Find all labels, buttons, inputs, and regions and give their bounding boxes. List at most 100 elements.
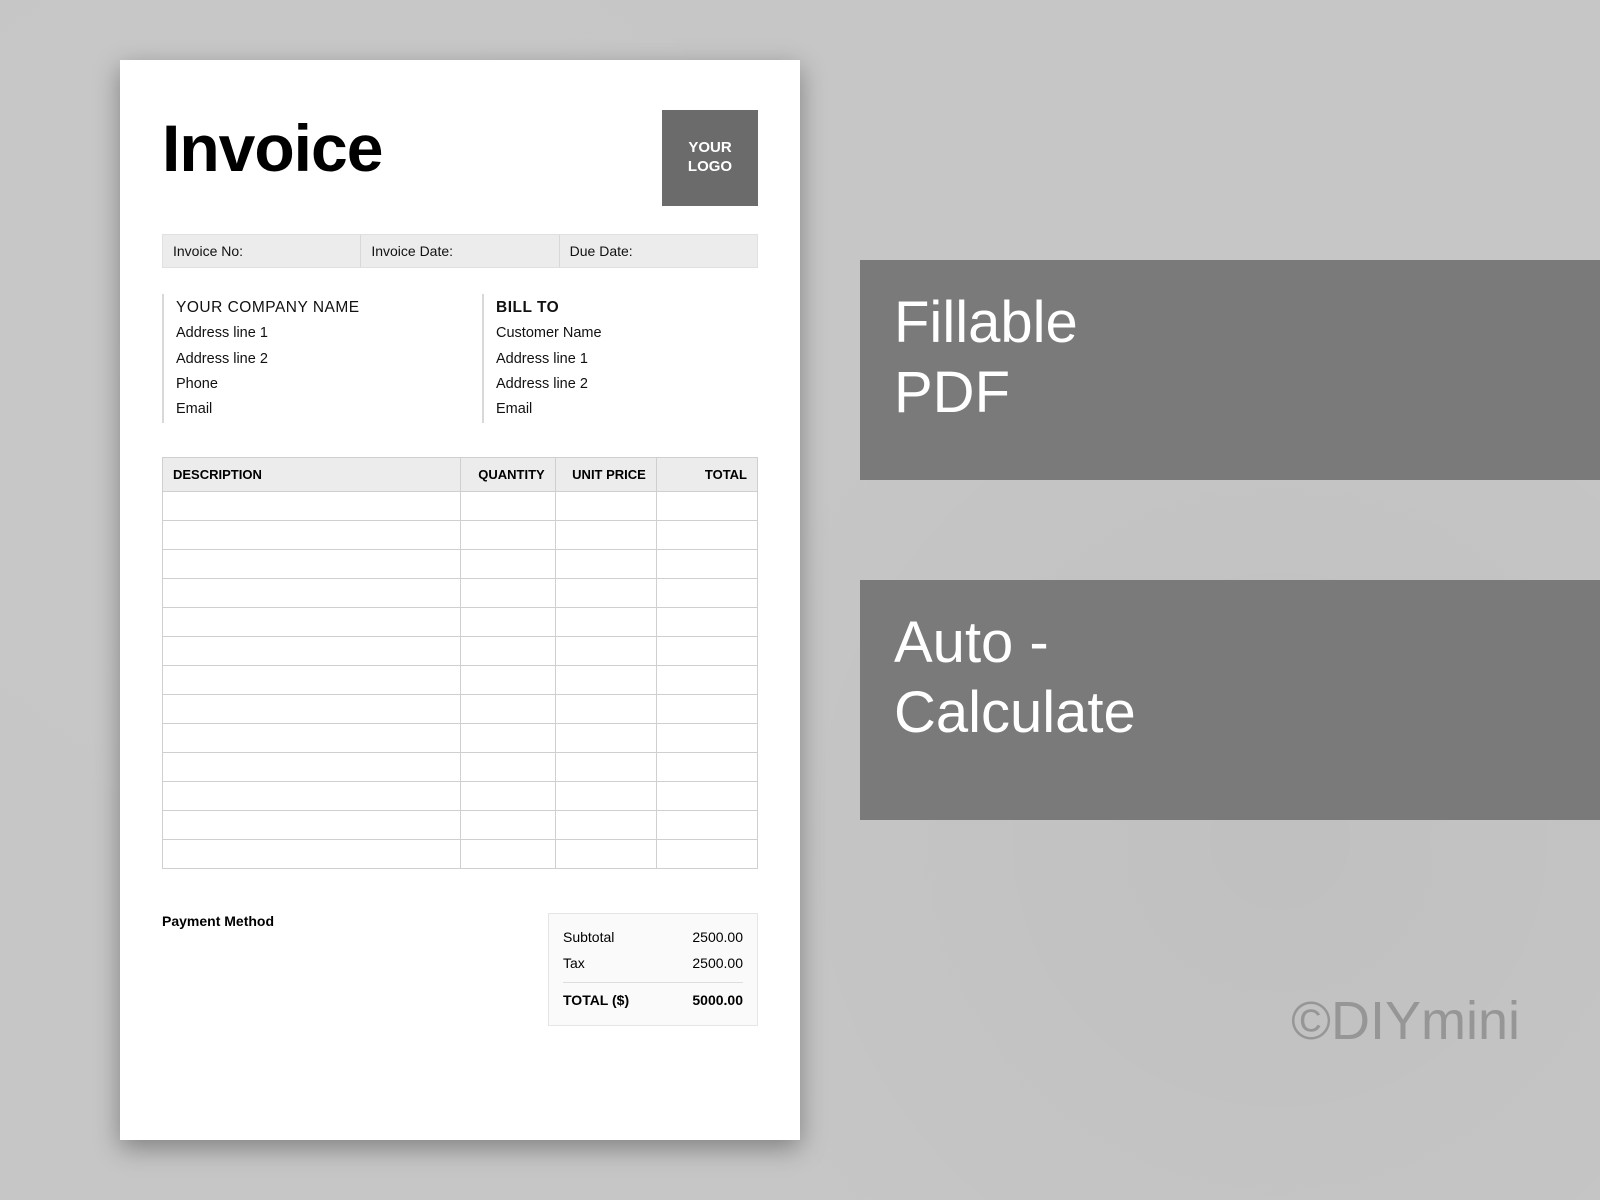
table-cell[interactable] [163, 578, 461, 607]
bill-to-email: Email [496, 397, 758, 422]
table-row[interactable] [163, 694, 758, 723]
table-cell[interactable] [460, 752, 555, 781]
table-row[interactable] [163, 578, 758, 607]
from-address-1: Address line 1 [176, 321, 442, 346]
banner-auto-calculate: Auto - Calculate [860, 580, 1600, 820]
table-cell[interactable] [460, 491, 555, 520]
table-cell[interactable] [460, 636, 555, 665]
table-cell[interactable] [163, 694, 461, 723]
table-row[interactable] [163, 752, 758, 781]
table-cell[interactable] [656, 578, 757, 607]
grand-total-label: TOTAL ($) [563, 992, 629, 1008]
tax-row: Tax 2500.00 [563, 950, 743, 976]
table-cell[interactable] [656, 781, 757, 810]
table-cell[interactable] [460, 810, 555, 839]
table-row[interactable] [163, 781, 758, 810]
page-header: Invoice YOUR LOGO [162, 110, 758, 206]
grand-total-value: 5000.00 [692, 992, 743, 1008]
line-items-table: DESCRIPTION QUANTITY UNIT PRICE TOTAL [162, 457, 758, 869]
table-cell[interactable] [656, 549, 757, 578]
bill-to-heading: BILL TO [496, 294, 758, 321]
table-cell[interactable] [656, 520, 757, 549]
table-cell[interactable] [555, 839, 656, 868]
banner-fillable-line-1: Fillable [894, 288, 1566, 358]
bill-to-address-1: Address line 1 [496, 347, 758, 372]
table-row[interactable] [163, 839, 758, 868]
parties-section: YOUR COMPANY NAME Address line 1 Address… [162, 294, 758, 423]
table-cell[interactable] [656, 810, 757, 839]
table-cell[interactable] [163, 636, 461, 665]
table-cell[interactable] [555, 781, 656, 810]
table-cell[interactable] [555, 578, 656, 607]
table-cell[interactable] [163, 723, 461, 752]
bill-to-customer: Customer Name [496, 321, 758, 346]
table-row[interactable] [163, 520, 758, 549]
table-cell[interactable] [555, 520, 656, 549]
table-cell[interactable] [656, 665, 757, 694]
from-email: Email [176, 397, 442, 422]
table-cell[interactable] [656, 694, 757, 723]
grand-total-row: TOTAL ($) 5000.00 [563, 987, 743, 1013]
table-cell[interactable] [555, 636, 656, 665]
table-cell[interactable] [163, 520, 461, 549]
table-cell[interactable] [460, 520, 555, 549]
banner-auto-line-2: Calculate [894, 678, 1566, 748]
col-header-quantity: QUANTITY [460, 457, 555, 491]
table-row[interactable] [163, 636, 758, 665]
table-cell[interactable] [460, 607, 555, 636]
invoice-no-field[interactable]: Invoice No: [163, 235, 361, 267]
tax-value: 2500.00 [692, 955, 743, 971]
tax-label: Tax [563, 955, 585, 971]
logo-line-2: LOGO [688, 158, 732, 177]
table-cell[interactable] [163, 549, 461, 578]
banner-fillable-pdf: Fillable PDF [860, 260, 1600, 480]
table-cell[interactable] [555, 549, 656, 578]
table-cell[interactable] [163, 781, 461, 810]
table-cell[interactable] [555, 491, 656, 520]
table-cell[interactable] [460, 723, 555, 752]
table-cell[interactable] [163, 752, 461, 781]
table-cell[interactable] [555, 810, 656, 839]
table-cell[interactable] [555, 607, 656, 636]
table-cell[interactable] [460, 694, 555, 723]
table-cell[interactable] [555, 752, 656, 781]
table-row[interactable] [163, 723, 758, 752]
table-cell[interactable] [163, 607, 461, 636]
table-cell[interactable] [163, 839, 461, 868]
table-row[interactable] [163, 665, 758, 694]
table-cell[interactable] [163, 665, 461, 694]
table-cell[interactable] [555, 723, 656, 752]
table-row[interactable] [163, 810, 758, 839]
table-cell[interactable] [656, 752, 757, 781]
table-cell[interactable] [163, 491, 461, 520]
from-heading: YOUR COMPANY NAME [176, 294, 442, 321]
brand-credit: ©DIYmini [1291, 990, 1520, 1052]
table-row[interactable] [163, 491, 758, 520]
subtotal-value: 2500.00 [692, 929, 743, 945]
totals-box: Subtotal 2500.00 Tax 2500.00 TOTAL ($) 5… [548, 913, 758, 1026]
table-cell[interactable] [555, 665, 656, 694]
table-cell[interactable] [460, 665, 555, 694]
table-cell[interactable] [460, 549, 555, 578]
invoice-title: Invoice [162, 110, 382, 186]
table-cell[interactable] [656, 607, 757, 636]
totals-divider [563, 982, 743, 983]
invoice-date-field[interactable]: Invoice Date: [361, 235, 559, 267]
invoice-meta-row: Invoice No: Invoice Date: Due Date: [162, 234, 758, 268]
table-cell[interactable] [460, 839, 555, 868]
table-cell[interactable] [163, 810, 461, 839]
table-cell[interactable] [656, 636, 757, 665]
payment-method-label: Payment Method [162, 913, 274, 1026]
table-cell[interactable] [460, 578, 555, 607]
table-row[interactable] [163, 549, 758, 578]
bill-to-block: BILL TO Customer Name Address line 1 Add… [482, 294, 758, 423]
table-cell[interactable] [555, 694, 656, 723]
due-date-field[interactable]: Due Date: [560, 235, 757, 267]
table-cell[interactable] [656, 723, 757, 752]
from-block: YOUR COMPANY NAME Address line 1 Address… [162, 294, 442, 423]
table-cell[interactable] [460, 781, 555, 810]
from-address-2: Address line 2 [176, 347, 442, 372]
table-cell[interactable] [656, 491, 757, 520]
table-cell[interactable] [656, 839, 757, 868]
table-row[interactable] [163, 607, 758, 636]
